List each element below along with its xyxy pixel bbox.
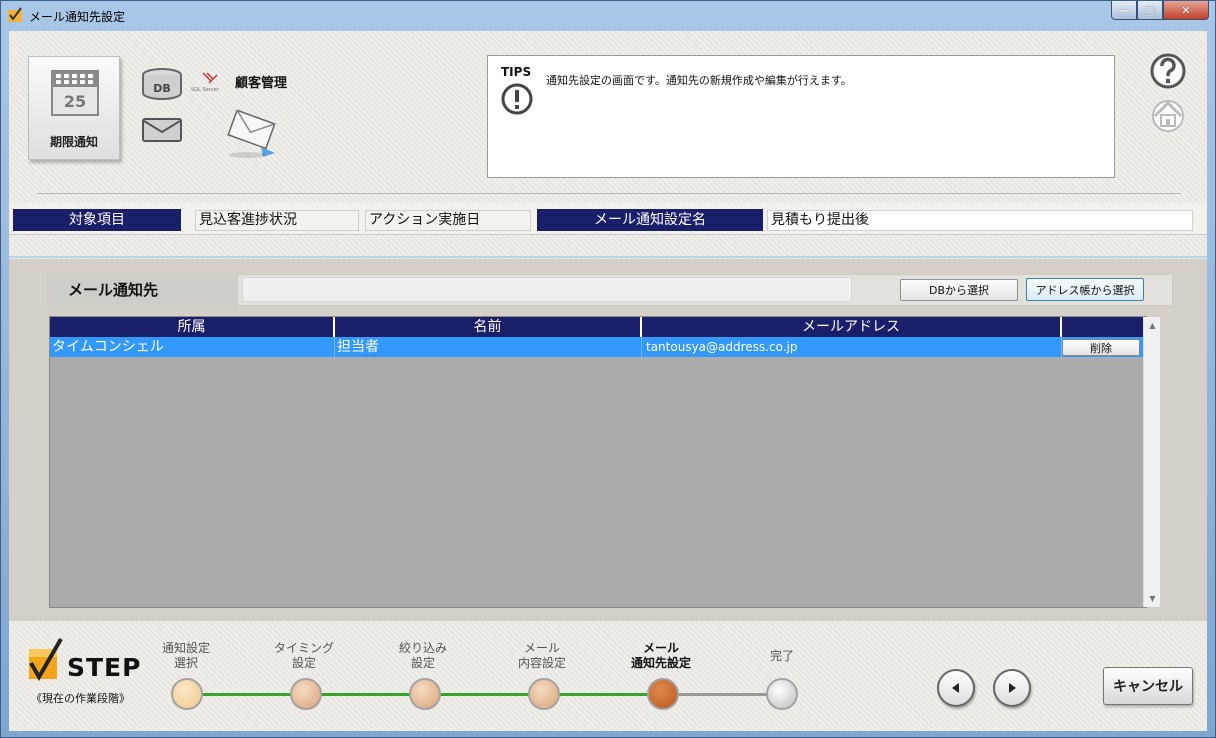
grid-header: 所属 名前 メールアドレス [50, 317, 1143, 337]
sql-logo-text: SQL Server [191, 87, 220, 93]
maximize-button[interactable]: □ [1137, 1, 1163, 20]
target-strip: 対象項目 見込客進捗状況 アクション実施日 メール通知設定名 見積もり提出後 [9, 203, 1207, 235]
step-dot-3 [409, 678, 441, 710]
cell-affiliation[interactable]: タイムコンシェル [50, 337, 335, 357]
step-label-4: メール 内容設定 [517, 641, 566, 670]
mail-icon [142, 118, 182, 142]
notification-setting-value: 見積もり提出後 [767, 210, 1193, 231]
tips-label: TIPS [501, 65, 532, 79]
app-window: メール通知先設定 — □ ✕ 25 期限通知 DB SQL Server 顧客管… [0, 0, 1216, 738]
home-icon[interactable] [1149, 96, 1187, 132]
client-area: 25 期限通知 DB SQL Server 顧客管理 TIPS 通知先設定の画面… [9, 31, 1207, 731]
cell-email[interactable]: tantousya@address.co.jp [642, 337, 1062, 357]
step-logo-icon [29, 637, 63, 682]
scroll-down-icon[interactable]: ▼ [1144, 590, 1161, 607]
destination-label: メール通知先 [48, 275, 238, 305]
step-bar: STEP 《現在の作業段階》 通知設定 選択 タイミング 設定 絞り込み 設定 メール… [9, 621, 1207, 731]
mail-send-icon [227, 109, 276, 158]
calendar-day: 25 [64, 92, 86, 111]
close-icon: ✕ [1181, 3, 1191, 17]
next-button[interactable] [993, 669, 1031, 707]
maximize-icon: □ [1144, 3, 1156, 17]
step-dot-2 [290, 678, 322, 710]
step-label-5: メール 通知先設定 [630, 641, 691, 670]
target-item-value-1: 見込客進捗状況 [195, 210, 359, 231]
arrow-right-icon [1009, 683, 1016, 693]
scroll-up-icon[interactable]: ▲ [1144, 317, 1161, 334]
cancel-button[interactable]: キャンセル [1103, 667, 1193, 705]
module-card[interactable]: 25 期限通知 [28, 56, 120, 160]
arrow-left-icon [952, 683, 959, 693]
column-header-actions [1062, 317, 1143, 337]
minimize-icon: — [1118, 3, 1130, 17]
step-dot-1 [171, 678, 203, 710]
table-row[interactable]: タイムコンシェル 担当者 tantousya@address.co.jp [50, 337, 1143, 357]
previous-button[interactable] [937, 669, 975, 707]
step-dot-5 [647, 678, 679, 710]
section-divider [9, 256, 1207, 258]
column-header-affiliation[interactable]: 所属 [50, 317, 335, 337]
header-divider [37, 193, 1181, 194]
help-icon[interactable] [1149, 52, 1187, 90]
database-icon: DB [142, 68, 182, 100]
step-label-1: 通知設定 選択 [161, 641, 210, 670]
module-label: 期限通知 [49, 135, 98, 149]
vertical-scrollbar[interactable]: ▲ ▼ [1143, 317, 1160, 607]
select-from-db-button[interactable]: DBから選択 [900, 279, 1018, 301]
calendar-icon: 25 [51, 70, 99, 116]
destination-field[interactable] [242, 277, 852, 302]
destination-row: メール通知先 DBから選択 アドレス帳から選択 [47, 274, 1173, 306]
main-panel: メール通知先 DBから選択 アドレス帳から選択 所属 名前 メールアドレス タイ… [9, 259, 1207, 621]
step-label-3: 絞り込み 設定 [398, 641, 447, 670]
target-item-value-2: アクション実施日 [365, 210, 531, 231]
tips-panel: TIPS 通知先設定の画面です。通知先の新規作成や編集が行えます。 [487, 55, 1115, 178]
step-label-6: 完了 [769, 649, 794, 663]
close-button[interactable]: ✕ [1163, 1, 1209, 20]
step-subtitle: 《現在の作業段階》 [31, 692, 130, 705]
target-item-label: 対象項目 [13, 209, 181, 231]
recipient-grid: 所属 名前 メールアドレス タイムコンシェル 担当者 tantousya@add… [49, 316, 1160, 608]
exclamation-icon [501, 83, 533, 115]
customer-management-label: 顧客管理 [235, 76, 288, 91]
step-dot-6 [766, 678, 798, 710]
db-label: DB [153, 82, 171, 95]
notification-setting-label: メール通知設定名 [537, 209, 763, 231]
column-header-email[interactable]: メールアドレス [642, 317, 1062, 337]
tips-text: 通知先設定の画面です。通知先の新規作成や編集が行えます。 [546, 74, 852, 87]
minimize-button[interactable]: — [1111, 1, 1137, 20]
step-label-2: タイミング 設定 [273, 641, 334, 670]
step-dot-4 [528, 678, 560, 710]
app-icon [8, 7, 22, 22]
column-header-name[interactable]: 名前 [335, 317, 642, 337]
cell-name[interactable]: 担当者 [335, 337, 642, 357]
title-bar[interactable]: メール通知先設定 — □ ✕ [1, 1, 1215, 31]
select-from-addressbook-button[interactable]: アドレス帳から選択 [1026, 278, 1144, 301]
window-title: メール通知先設定 [29, 10, 126, 24]
sql-server-logo: SQL Server [191, 72, 220, 93]
delete-button[interactable]: 削除 [1062, 339, 1140, 356]
